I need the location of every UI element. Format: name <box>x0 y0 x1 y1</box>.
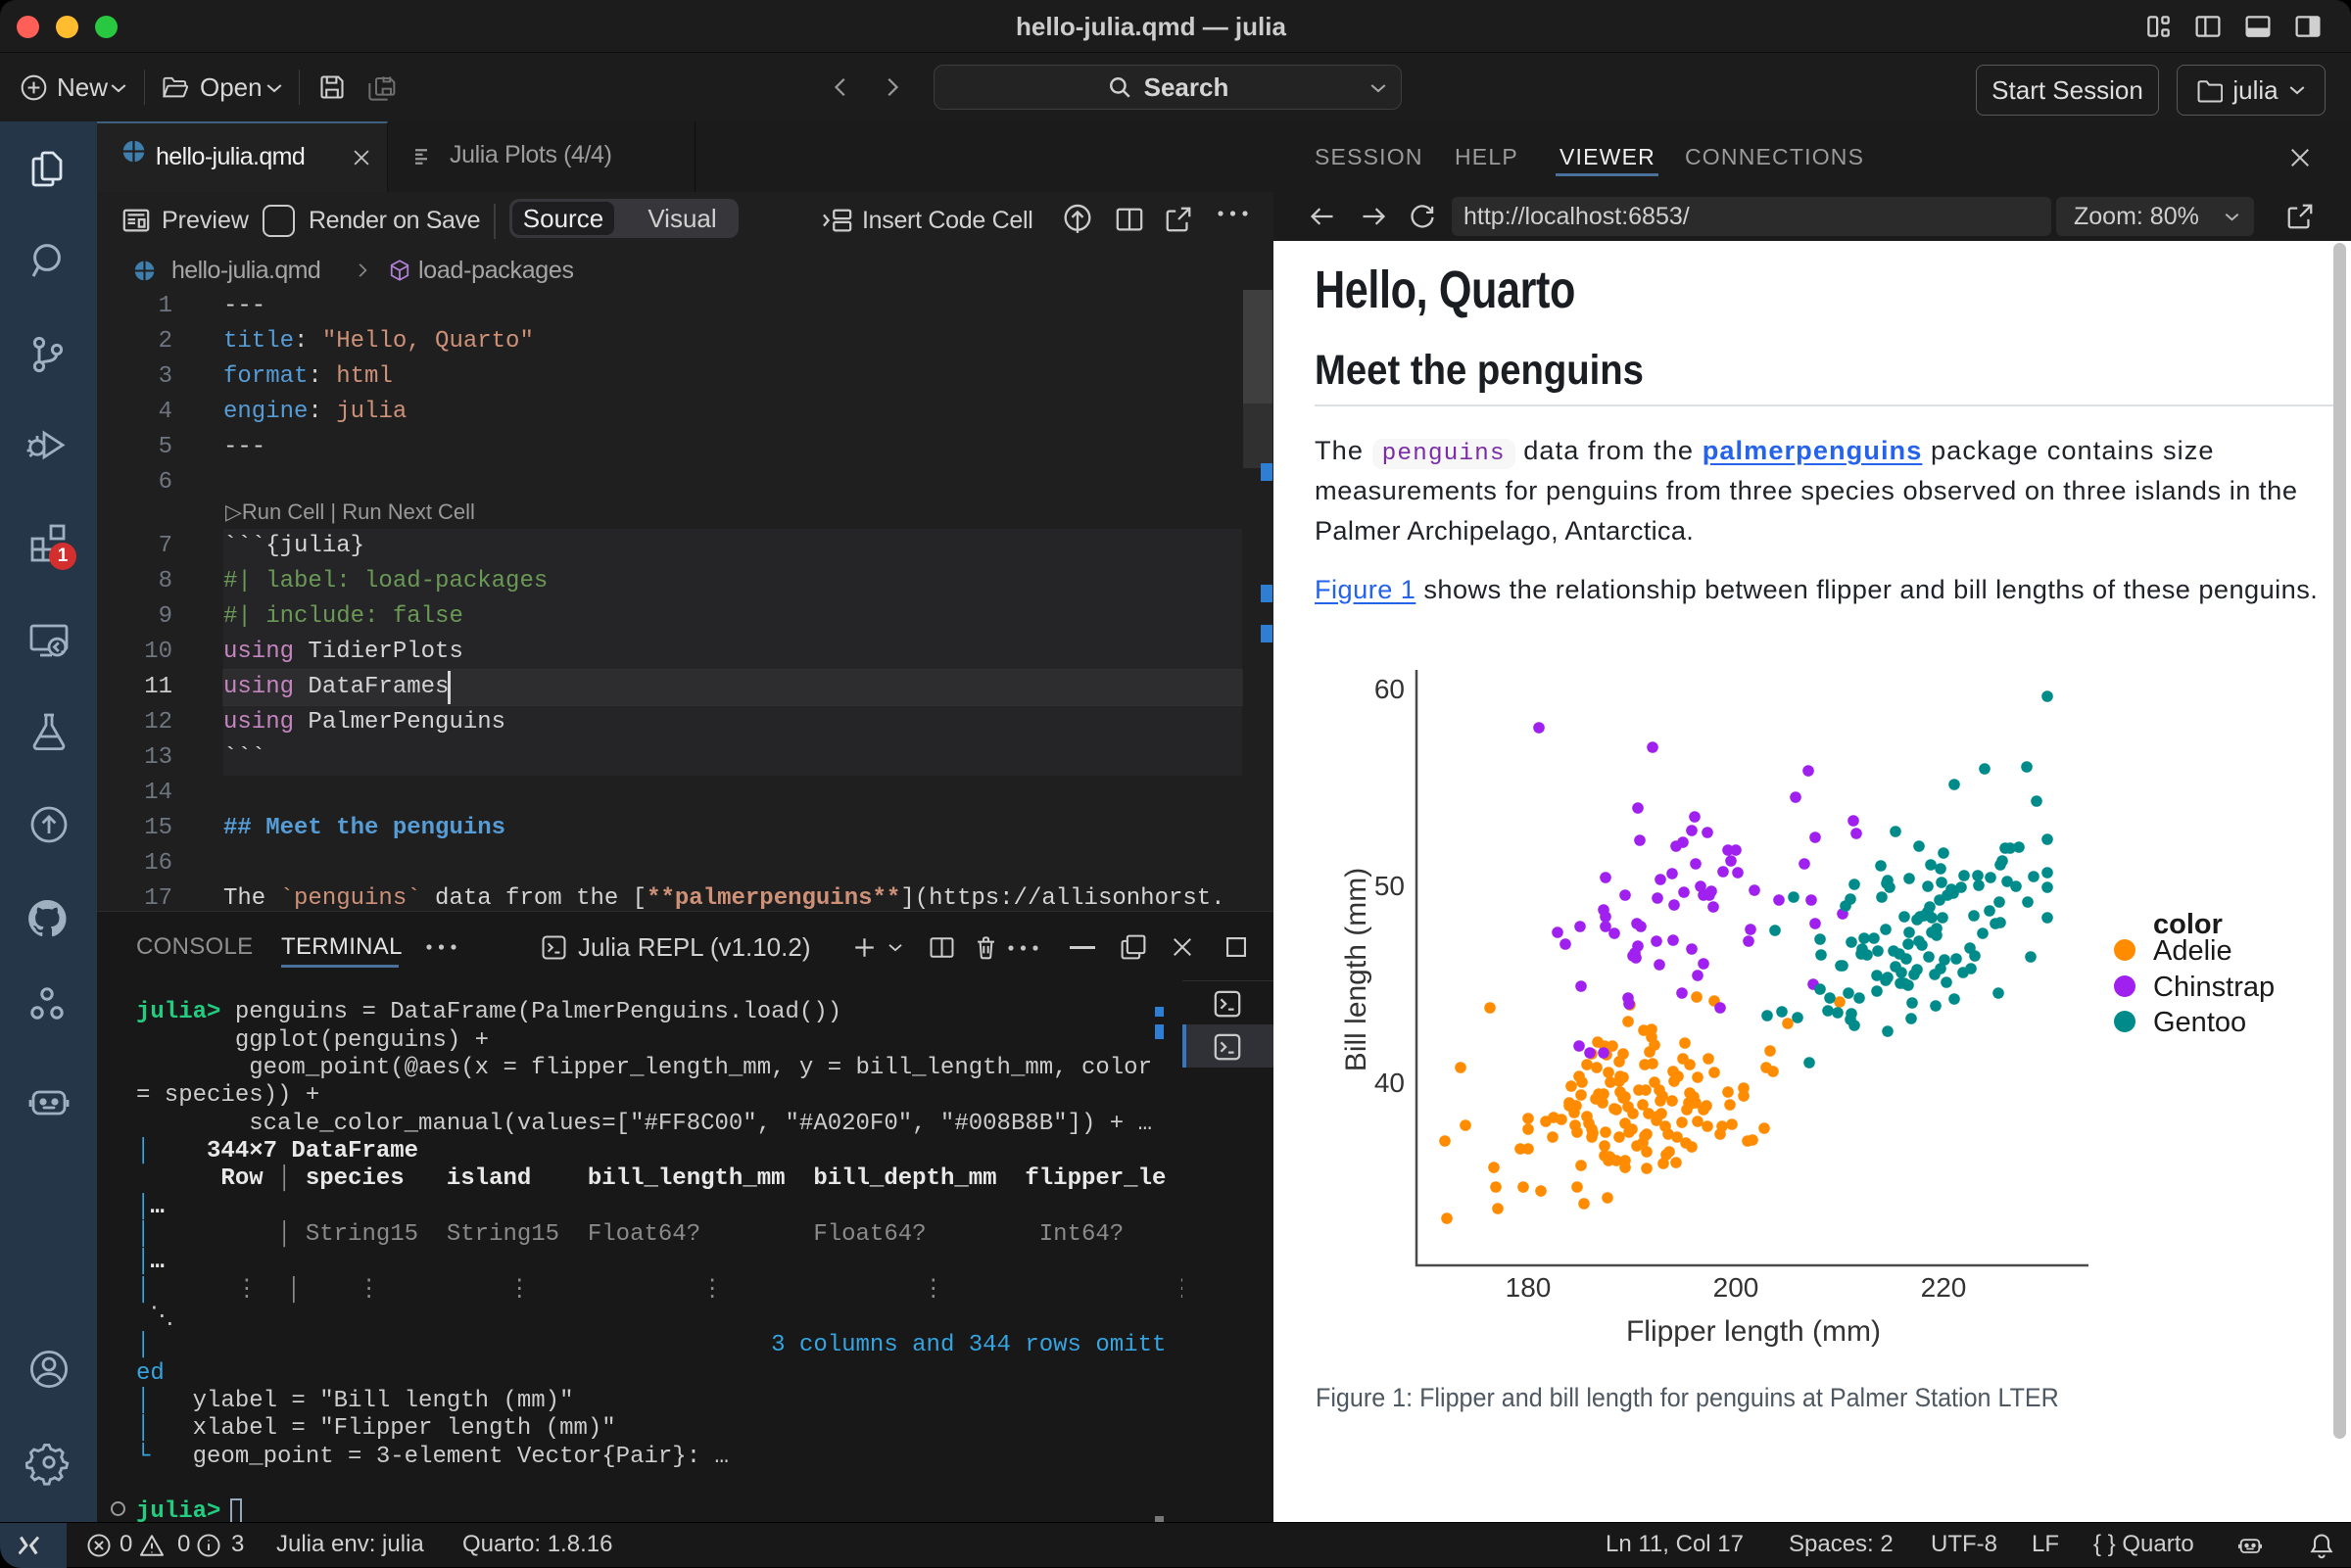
svg-text:Adelie: Adelie <box>2153 935 2232 967</box>
svg-text:180: 180 <box>1506 1272 1552 1303</box>
svg-text:Gentoo: Gentoo <box>2153 1007 2246 1038</box>
svg-text:200: 200 <box>1713 1272 1759 1303</box>
svg-text:Bill length (mm): Bill length (mm) <box>1340 868 1372 1071</box>
svg-text:220: 220 <box>1921 1272 1967 1303</box>
svg-text:40: 40 <box>1374 1068 1405 1098</box>
svg-text:60: 60 <box>1374 674 1405 704</box>
svg-text:Flipper length (mm): Flipper length (mm) <box>1626 1315 1881 1348</box>
svg-text:50: 50 <box>1374 871 1405 901</box>
svg-text:Chinstrap: Chinstrap <box>2153 972 2275 1003</box>
